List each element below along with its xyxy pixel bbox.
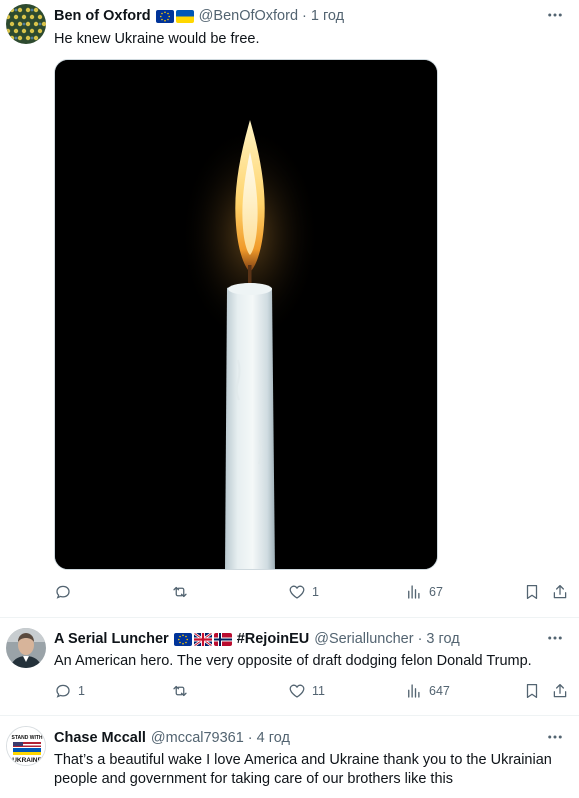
tweet-1[interactable]: Ben of Oxford @BenOfOxford · 1 год He kn… bbox=[0, 0, 579, 615]
view-count: 67 bbox=[429, 585, 443, 599]
reply-icon bbox=[56, 585, 70, 599]
share-icon bbox=[553, 584, 567, 599]
heart-icon bbox=[289, 684, 305, 698]
heart-icon bbox=[289, 585, 305, 599]
handle[interactable]: @BenOfOxford bbox=[199, 7, 298, 25]
eu-flag-icon bbox=[155, 9, 174, 23]
more-icon[interactable] bbox=[545, 629, 565, 647]
candle-icon bbox=[55, 60, 437, 569]
views-icon bbox=[408, 585, 420, 599]
handle[interactable]: @Serialluncher bbox=[314, 630, 413, 648]
tweet-text: He knew Ukraine would be free. bbox=[54, 31, 260, 47]
tweet-text: An American hero. The very opposite of d… bbox=[54, 653, 532, 669]
tweet-text: That’s a beautiful wake I love America a… bbox=[54, 752, 552, 787]
like-button[interactable]: 11 bbox=[288, 682, 325, 700]
timestamp[interactable]: 4 год bbox=[257, 729, 290, 747]
separator: · bbox=[247, 730, 253, 746]
view-count: 647 bbox=[429, 684, 450, 698]
bookmark-icon bbox=[526, 683, 538, 699]
reply-button[interactable]: 1 bbox=[54, 682, 85, 700]
avatar[interactable] bbox=[6, 628, 46, 668]
timestamp[interactable]: 1 год bbox=[311, 7, 344, 25]
like-button[interactable]: 1 bbox=[288, 583, 319, 601]
avatar[interactable] bbox=[6, 4, 46, 44]
norway-flag-icon bbox=[213, 632, 232, 646]
eu-flag-icon bbox=[173, 632, 192, 646]
candle-image[interactable] bbox=[54, 59, 438, 570]
tweet-actions: 1 11 647 bbox=[54, 682, 567, 702]
views-button[interactable]: 647 bbox=[405, 682, 450, 700]
reply-icon bbox=[56, 684, 70, 698]
share-icon bbox=[553, 683, 567, 698]
repost-button[interactable] bbox=[171, 682, 195, 700]
tweet-header: Chase Mccall @mccal79361 · 4 год bbox=[54, 729, 290, 747]
reply-button[interactable] bbox=[54, 583, 78, 601]
tweet-3[interactable]: STAND WITH UKRAINE Chase Mccall @mccal79… bbox=[0, 716, 579, 798]
separator: · bbox=[302, 8, 307, 24]
tweet-header: Ben of Oxford @BenOfOxford · 1 год bbox=[54, 7, 344, 25]
flag-emojis bbox=[155, 9, 194, 23]
like-count: 11 bbox=[312, 684, 325, 698]
ukraine-flag-icon bbox=[175, 9, 194, 23]
avatar-text-top: STAND WITH bbox=[11, 735, 42, 741]
tweet-actions: 1 67 bbox=[54, 583, 567, 603]
timestamp[interactable]: 3 год bbox=[426, 630, 459, 648]
repost-icon bbox=[173, 685, 187, 697]
like-count: 1 bbox=[312, 585, 319, 599]
views-icon bbox=[408, 684, 420, 698]
reply-count: 1 bbox=[78, 684, 85, 698]
share-button[interactable] bbox=[551, 682, 569, 700]
tweet-header: A Serial Luncher #RejoinEU @Seriallunche… bbox=[54, 630, 460, 648]
handle[interactable]: @mccal79361 bbox=[151, 729, 244, 747]
repost-icon bbox=[173, 586, 187, 598]
bookmark-button[interactable] bbox=[523, 583, 541, 601]
separator: · bbox=[417, 631, 423, 647]
more-icon[interactable] bbox=[545, 728, 565, 746]
bookmark-icon bbox=[526, 584, 538, 600]
flag-emojis bbox=[173, 632, 232, 646]
repost-button[interactable] bbox=[171, 583, 195, 601]
more-icon[interactable] bbox=[545, 6, 565, 24]
display-name[interactable]: Chase Mccall bbox=[54, 729, 146, 747]
avatar-text-bottom: UKRAINE bbox=[12, 757, 42, 764]
tweet-2[interactable]: A Serial Luncher #RejoinEU @Seriallunche… bbox=[0, 618, 579, 714]
uk-flag-icon bbox=[193, 632, 212, 646]
share-button[interactable] bbox=[551, 583, 569, 601]
display-name[interactable]: A Serial Luncher bbox=[54, 630, 169, 648]
views-button[interactable]: 67 bbox=[405, 583, 443, 601]
display-name[interactable]: Ben of Oxford bbox=[54, 7, 151, 25]
hashtag-in-name: #RejoinEU bbox=[236, 631, 310, 647]
avatar[interactable]: STAND WITH UKRAINE bbox=[6, 726, 46, 766]
bookmark-button[interactable] bbox=[523, 682, 541, 700]
